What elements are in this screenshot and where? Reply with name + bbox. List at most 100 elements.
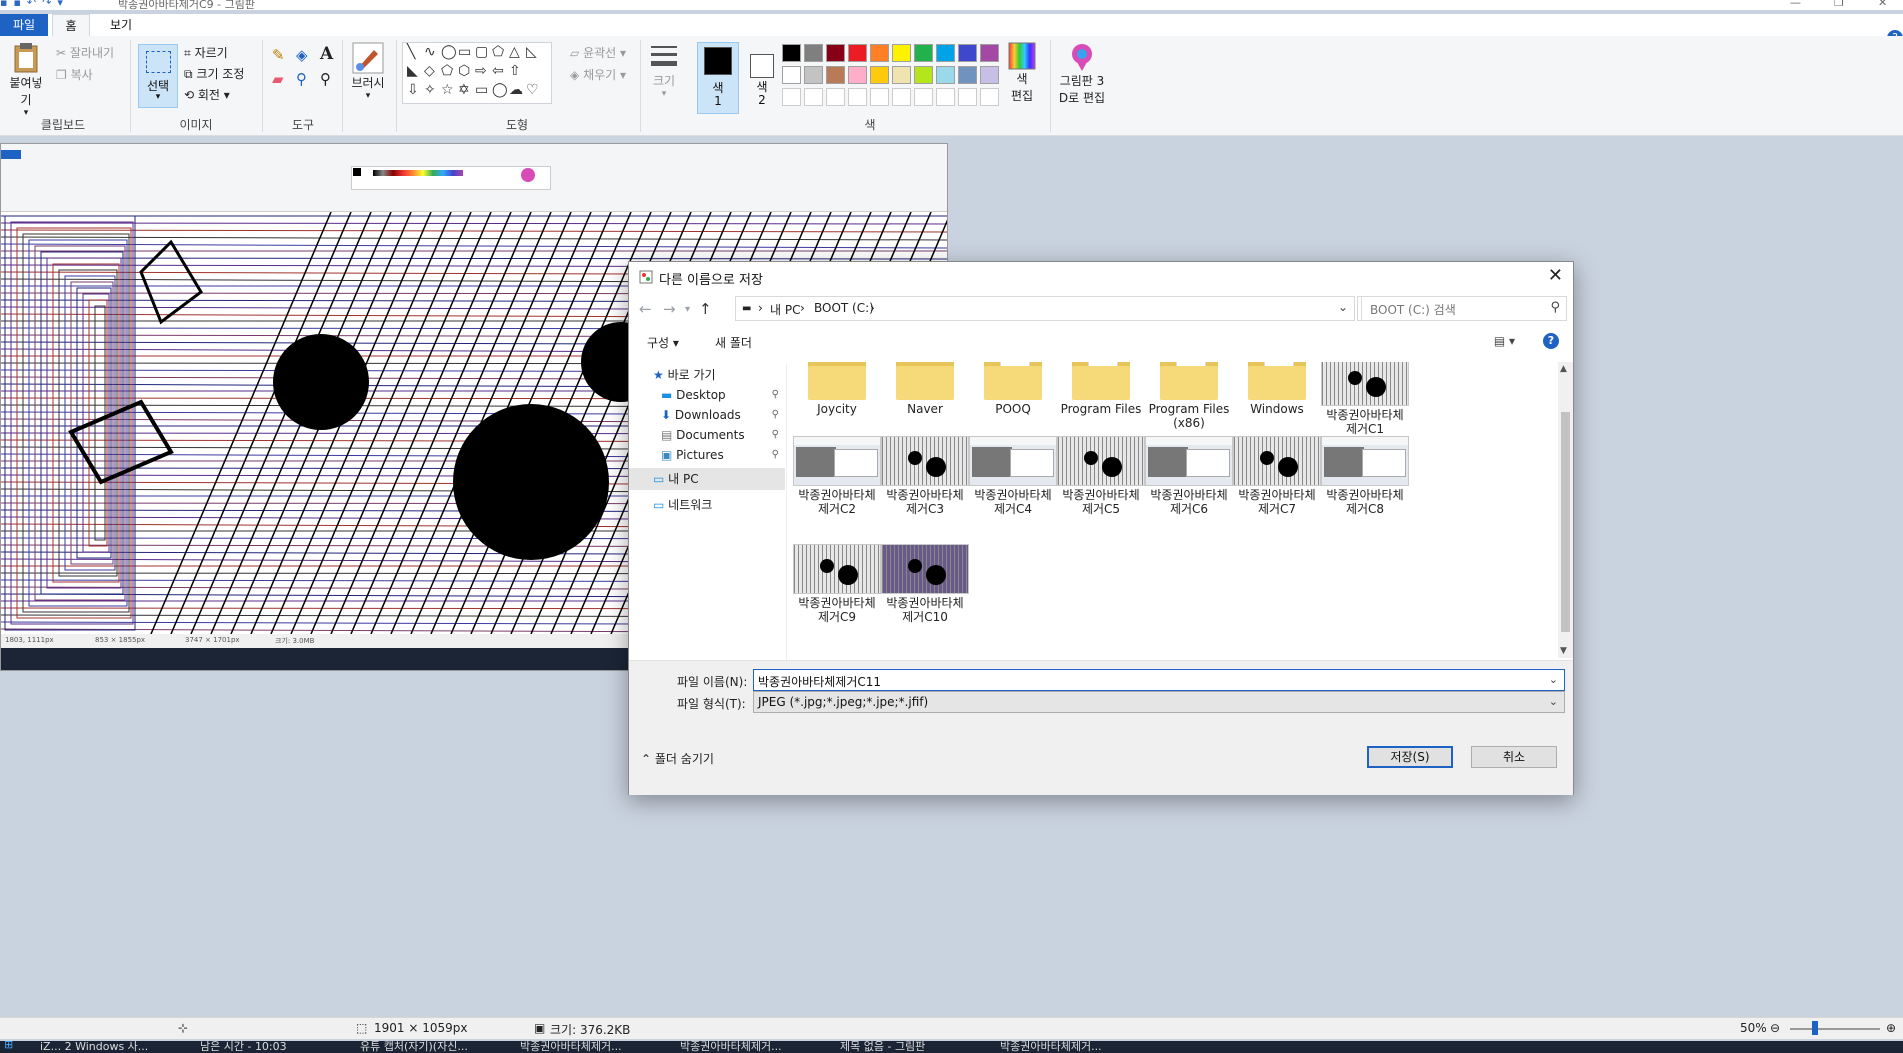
back-arrow-icon[interactable]: ← — [639, 300, 652, 318]
nav-this-pc[interactable]: ▭ 내 PC — [629, 468, 785, 490]
file-item[interactable]: 박종권아바타체제거C9 — [793, 544, 881, 624]
folder-item[interactable]: POOQ — [969, 362, 1057, 416]
palette-swatch[interactable] — [848, 66, 867, 84]
palette-swatch[interactable] — [958, 66, 977, 84]
filename-input[interactable]: 박종권아바타체제거C11 ⌄ — [753, 669, 1565, 691]
tab-home[interactable]: 홈 — [52, 14, 90, 36]
copy-button[interactable]: ❐ 복사 — [56, 66, 93, 83]
four-point-star-shape-icon[interactable]: ✧ — [424, 83, 436, 97]
chevron-down-icon[interactable]: ⌄ — [1338, 300, 1348, 314]
filetype-select[interactable]: JPEG (*.jpg;*.jpeg;*.jpe;*.jfif) ⌄ — [753, 691, 1565, 713]
palette-swatch[interactable] — [870, 66, 889, 84]
taskbar-item[interactable]: iZ... 2 Windows 사... — [40, 1041, 148, 1053]
file-item[interactable]: 박종권아바타체제거C2 — [793, 436, 881, 516]
triangle-shape-icon[interactable]: △ — [509, 45, 520, 59]
magnifier-icon[interactable]: ⚲ — [320, 70, 331, 88]
color2-button[interactable]: 색 2 — [742, 42, 782, 114]
nav-desktop[interactable]: ▬ Desktop ⚲ — [629, 384, 785, 406]
close-icon[interactable]: ✕ — [1878, 0, 1887, 9]
right-triangle-shape-icon[interactable]: ◺ — [526, 45, 537, 59]
folder-item[interactable]: Windows — [1233, 362, 1321, 416]
close-icon[interactable]: ✕ — [1548, 266, 1563, 286]
palette-swatch[interactable] — [958, 44, 977, 62]
resize-button[interactable]: ⧉ 크기 조정 — [184, 65, 244, 82]
file-item[interactable]: 박종권아바타체제거C7 — [1233, 436, 1321, 516]
taskbar-item[interactable]: 박종권아바타체제거... — [1000, 1041, 1102, 1053]
file-item[interactable]: 박종권아바타체제거C10 — [881, 544, 969, 624]
start-icon[interactable]: ⊞ — [4, 1041, 13, 1051]
minimize-icon[interactable]: — — [1790, 0, 1801, 9]
crop-button[interactable]: ⌗ 자르기 — [184, 44, 228, 61]
palette-swatch[interactable] — [826, 88, 845, 106]
polygon-shape-icon[interactable]: ⬠ — [492, 45, 504, 59]
up-arrow-icon[interactable]: ↑ — [699, 300, 712, 318]
brushes-button[interactable]: 브러시 ▾ — [348, 42, 388, 101]
scrollbar[interactable]: ▲ ▼ — [1558, 362, 1573, 658]
cancel-button[interactable]: 취소 — [1471, 746, 1557, 768]
right-arrow-shape-icon[interactable]: ⇨ — [475, 64, 487, 78]
folder-item[interactable]: Program Files — [1057, 362, 1145, 416]
palette-swatch[interactable] — [980, 44, 999, 62]
zoom-slider-thumb[interactable] — [1812, 1021, 1818, 1035]
forward-arrow-icon[interactable]: → — [663, 300, 676, 318]
callout-cloud-shape-icon[interactable]: ☁ — [509, 83, 523, 97]
tab-view[interactable]: 보기 — [100, 14, 142, 36]
fill-button[interactable]: ◈ 채우기 ▾ — [570, 66, 626, 83]
file-item[interactable]: 박종권아바타체제거C6 — [1145, 436, 1233, 516]
palette-swatch[interactable] — [782, 44, 801, 62]
folder-item[interactable]: Program Files (x86) — [1145, 362, 1233, 430]
organize-button[interactable]: 구성 ▾ — [647, 334, 679, 351]
folder-item[interactable]: Joycity — [793, 362, 881, 416]
rectangle-shape-icon[interactable]: ▭ — [458, 45, 471, 59]
file-item[interactable]: 박종권아바타체제거C8 — [1321, 436, 1409, 516]
palette-swatch[interactable] — [914, 44, 933, 62]
rounded-rect-shape-icon[interactable]: ▢ — [475, 45, 488, 59]
diamond-shape-icon[interactable]: ◇ — [424, 64, 435, 78]
line-shape-icon[interactable]: ╲ — [407, 45, 415, 59]
zoom-slider[interactable] — [1790, 1028, 1880, 1030]
rotate-button[interactable]: ⟲ 회전 ▾ — [184, 86, 230, 103]
size-button[interactable]: 크기 ▾ — [646, 42, 682, 99]
outline-button[interactable]: ▱ 윤곽선 ▾ — [570, 44, 626, 61]
palette-swatch[interactable] — [782, 88, 801, 106]
color-picker-icon[interactable]: ⚲ — [296, 70, 307, 88]
file-item[interactable]: 박종권아바타체제거C3 — [881, 436, 969, 516]
scroll-up-icon[interactable]: ▲ — [1560, 364, 1567, 374]
fill-icon[interactable]: ◈ — [296, 46, 308, 64]
palette-swatch[interactable] — [848, 44, 867, 62]
address-bar[interactable]: ▬ › 내 PC › BOOT (C:) › ⌄ — [735, 296, 1355, 321]
file-item[interactable]: 박종권아바타체제거C1 — [1321, 362, 1409, 436]
pencil-icon[interactable]: ✎ — [272, 46, 285, 64]
palette-swatch[interactable] — [848, 88, 867, 106]
scrollbar-thumb[interactable] — [1561, 412, 1570, 632]
six-point-star-shape-icon[interactable]: ✡ — [458, 83, 470, 97]
chevron-down-icon[interactable]: ⌄ — [1549, 673, 1558, 686]
palette-swatch[interactable] — [980, 66, 999, 84]
hide-folders-button[interactable]: ⌃ 폴더 숨기기 — [641, 750, 714, 767]
taskbar-item[interactable]: 박종권아바타체제거... — [520, 1041, 622, 1053]
palette-swatch[interactable] — [936, 66, 955, 84]
palette-swatch[interactable] — [936, 44, 955, 62]
file-item[interactable]: 박종권아바타체제거C4 — [969, 436, 1057, 516]
palette-swatch[interactable] — [914, 66, 933, 84]
color1-button[interactable]: 색 1 — [697, 42, 739, 114]
zoom-out-icon[interactable]: ⊖ — [1770, 1021, 1780, 1035]
nav-documents[interactable]: ▤ Documents ⚲ — [629, 424, 785, 446]
palette-swatch[interactable] — [870, 88, 889, 106]
palette-swatch[interactable] — [958, 88, 977, 106]
palette-swatch[interactable] — [914, 88, 933, 106]
file-item[interactable]: 박종권아바타체제거C5 — [1057, 436, 1145, 516]
save-button[interactable]: 저장(S) — [1367, 746, 1453, 768]
help-icon[interactable]: ? — [1543, 333, 1559, 349]
tab-file[interactable]: 파일 — [0, 14, 48, 36]
oval-shape-icon[interactable]: ◯ — [441, 45, 457, 59]
palette-swatch[interactable] — [980, 88, 999, 106]
shapes-gallery[interactable]: ╲ ∿ ◯ ▭ ▢ ⬠ △ ◺ ◣ ◇ ⬠ ⬡ ⇨ ⇦ ⇧ ⇩ ✧ ☆ ✡ ▭ … — [402, 42, 552, 104]
view-options-button[interactable]: ▤ ▾ — [1494, 334, 1515, 348]
maximize-icon[interactable]: ❐ — [1834, 0, 1844, 9]
palette-swatch[interactable] — [892, 44, 911, 62]
breadcrumb-this-pc[interactable]: 내 PC — [770, 301, 800, 318]
nav-pictures[interactable]: ▣ Pictures ⚲ — [629, 444, 785, 466]
cut-button[interactable]: ✂ 잘라내기 — [56, 44, 114, 61]
nav-downloads[interactable]: ⬇ Downloads ⚲ — [629, 404, 785, 426]
